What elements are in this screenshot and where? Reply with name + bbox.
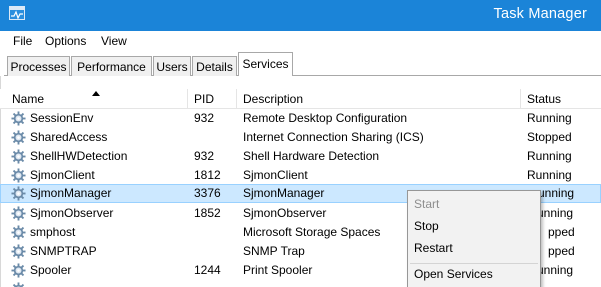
column-pid[interactable]: PID [188,89,236,108]
service-pid: 1852 [194,206,221,220]
context-menu: Start Stop Restart Open Services [407,190,541,287]
context-separator [410,263,538,264]
menu-options[interactable]: Options [45,34,86,48]
tab-users[interactable]: Users [153,56,191,76]
service-description: Print Spooler [243,263,313,277]
context-restart[interactable]: Restart [414,241,453,255]
task-manager-icon[interactable] [9,6,25,20]
service-name: SessionEnv [30,111,94,125]
service-status: pped [548,244,575,258]
gear-icon [11,130,26,145]
service-status: Running [527,168,572,182]
service-description: SjmonManager [243,186,325,200]
service-pid: 1812 [194,168,221,182]
column-header: Name PID Description Status [0,89,601,109]
service-description: SjmonObserver [243,206,327,220]
service-description: Shell Hardware Detection [243,149,380,163]
column-name[interactable]: Name [6,89,188,108]
gear-icon [11,186,26,201]
service-name: SjmonClient [30,168,95,182]
context-start[interactable]: Start [414,197,439,211]
table-row[interactable]: SessionEnv 932 Remote Desktop Configurat… [0,109,601,128]
column-description[interactable]: Description [237,89,519,108]
tab-processes[interactable]: Processes [7,56,70,76]
table-row[interactable]: SjmonClient 1812 SjmonClient Running [0,166,601,185]
service-pid: 3376 [194,186,221,200]
service-pid: 932 [194,111,215,125]
service-description: SNMP Trap [243,244,305,258]
service-description: Internet Connection Sharing (ICS) [243,130,424,144]
title-bar: Task Manager [0,0,601,31]
service-pid: 932 [194,149,215,163]
gear-icon [11,149,26,164]
service-status: Running [527,149,572,163]
gear-icon [11,263,26,278]
menu-file[interactable]: File [13,34,32,48]
context-open-services[interactable]: Open Services [414,267,493,281]
service-status: Stopped [527,130,572,144]
service-status: unning [537,263,574,277]
column-status[interactable]: Status [521,89,601,108]
gear-icon [12,282,25,287]
gear-icon [11,244,26,259]
service-status: Running [527,111,572,125]
service-name: SjmonObserver [30,206,114,220]
table-row[interactable]: ShellHWDetection 932 Shell Hardware Dete… [0,147,601,166]
service-name: SNMPTRAP [30,244,97,258]
gear-icon [11,168,26,183]
service-status: unning [537,206,574,220]
gear-icon [11,225,26,240]
context-stop[interactable]: Stop [414,219,439,233]
service-name: SjmonManager [30,186,112,200]
service-name: smphost [30,225,76,239]
service-description: Microsoft Storage Spaces [243,225,381,239]
service-description: SjmonClient [243,168,308,182]
window-title: Task Manager [493,6,587,22]
tab-details[interactable]: Details [192,56,237,76]
service-name: Spooler [30,263,72,277]
service-description: Remote Desktop Configuration [243,111,408,125]
service-name: ShellHWDetection [30,149,128,163]
menu-view[interactable]: View [101,34,127,48]
service-name: SharedAccess [30,130,108,144]
menu-bar: File Options View [0,31,601,51]
service-pid: 1244 [194,263,221,277]
service-status: pped [548,225,575,239]
service-status: unning [538,186,575,200]
gear-icon [11,111,26,126]
tab-performance[interactable]: Performance [71,56,152,76]
table-row[interactable]: SharedAccess Internet Connection Sharing… [0,128,601,147]
gear-icon [11,206,26,221]
tab-services[interactable]: Services [238,52,293,76]
